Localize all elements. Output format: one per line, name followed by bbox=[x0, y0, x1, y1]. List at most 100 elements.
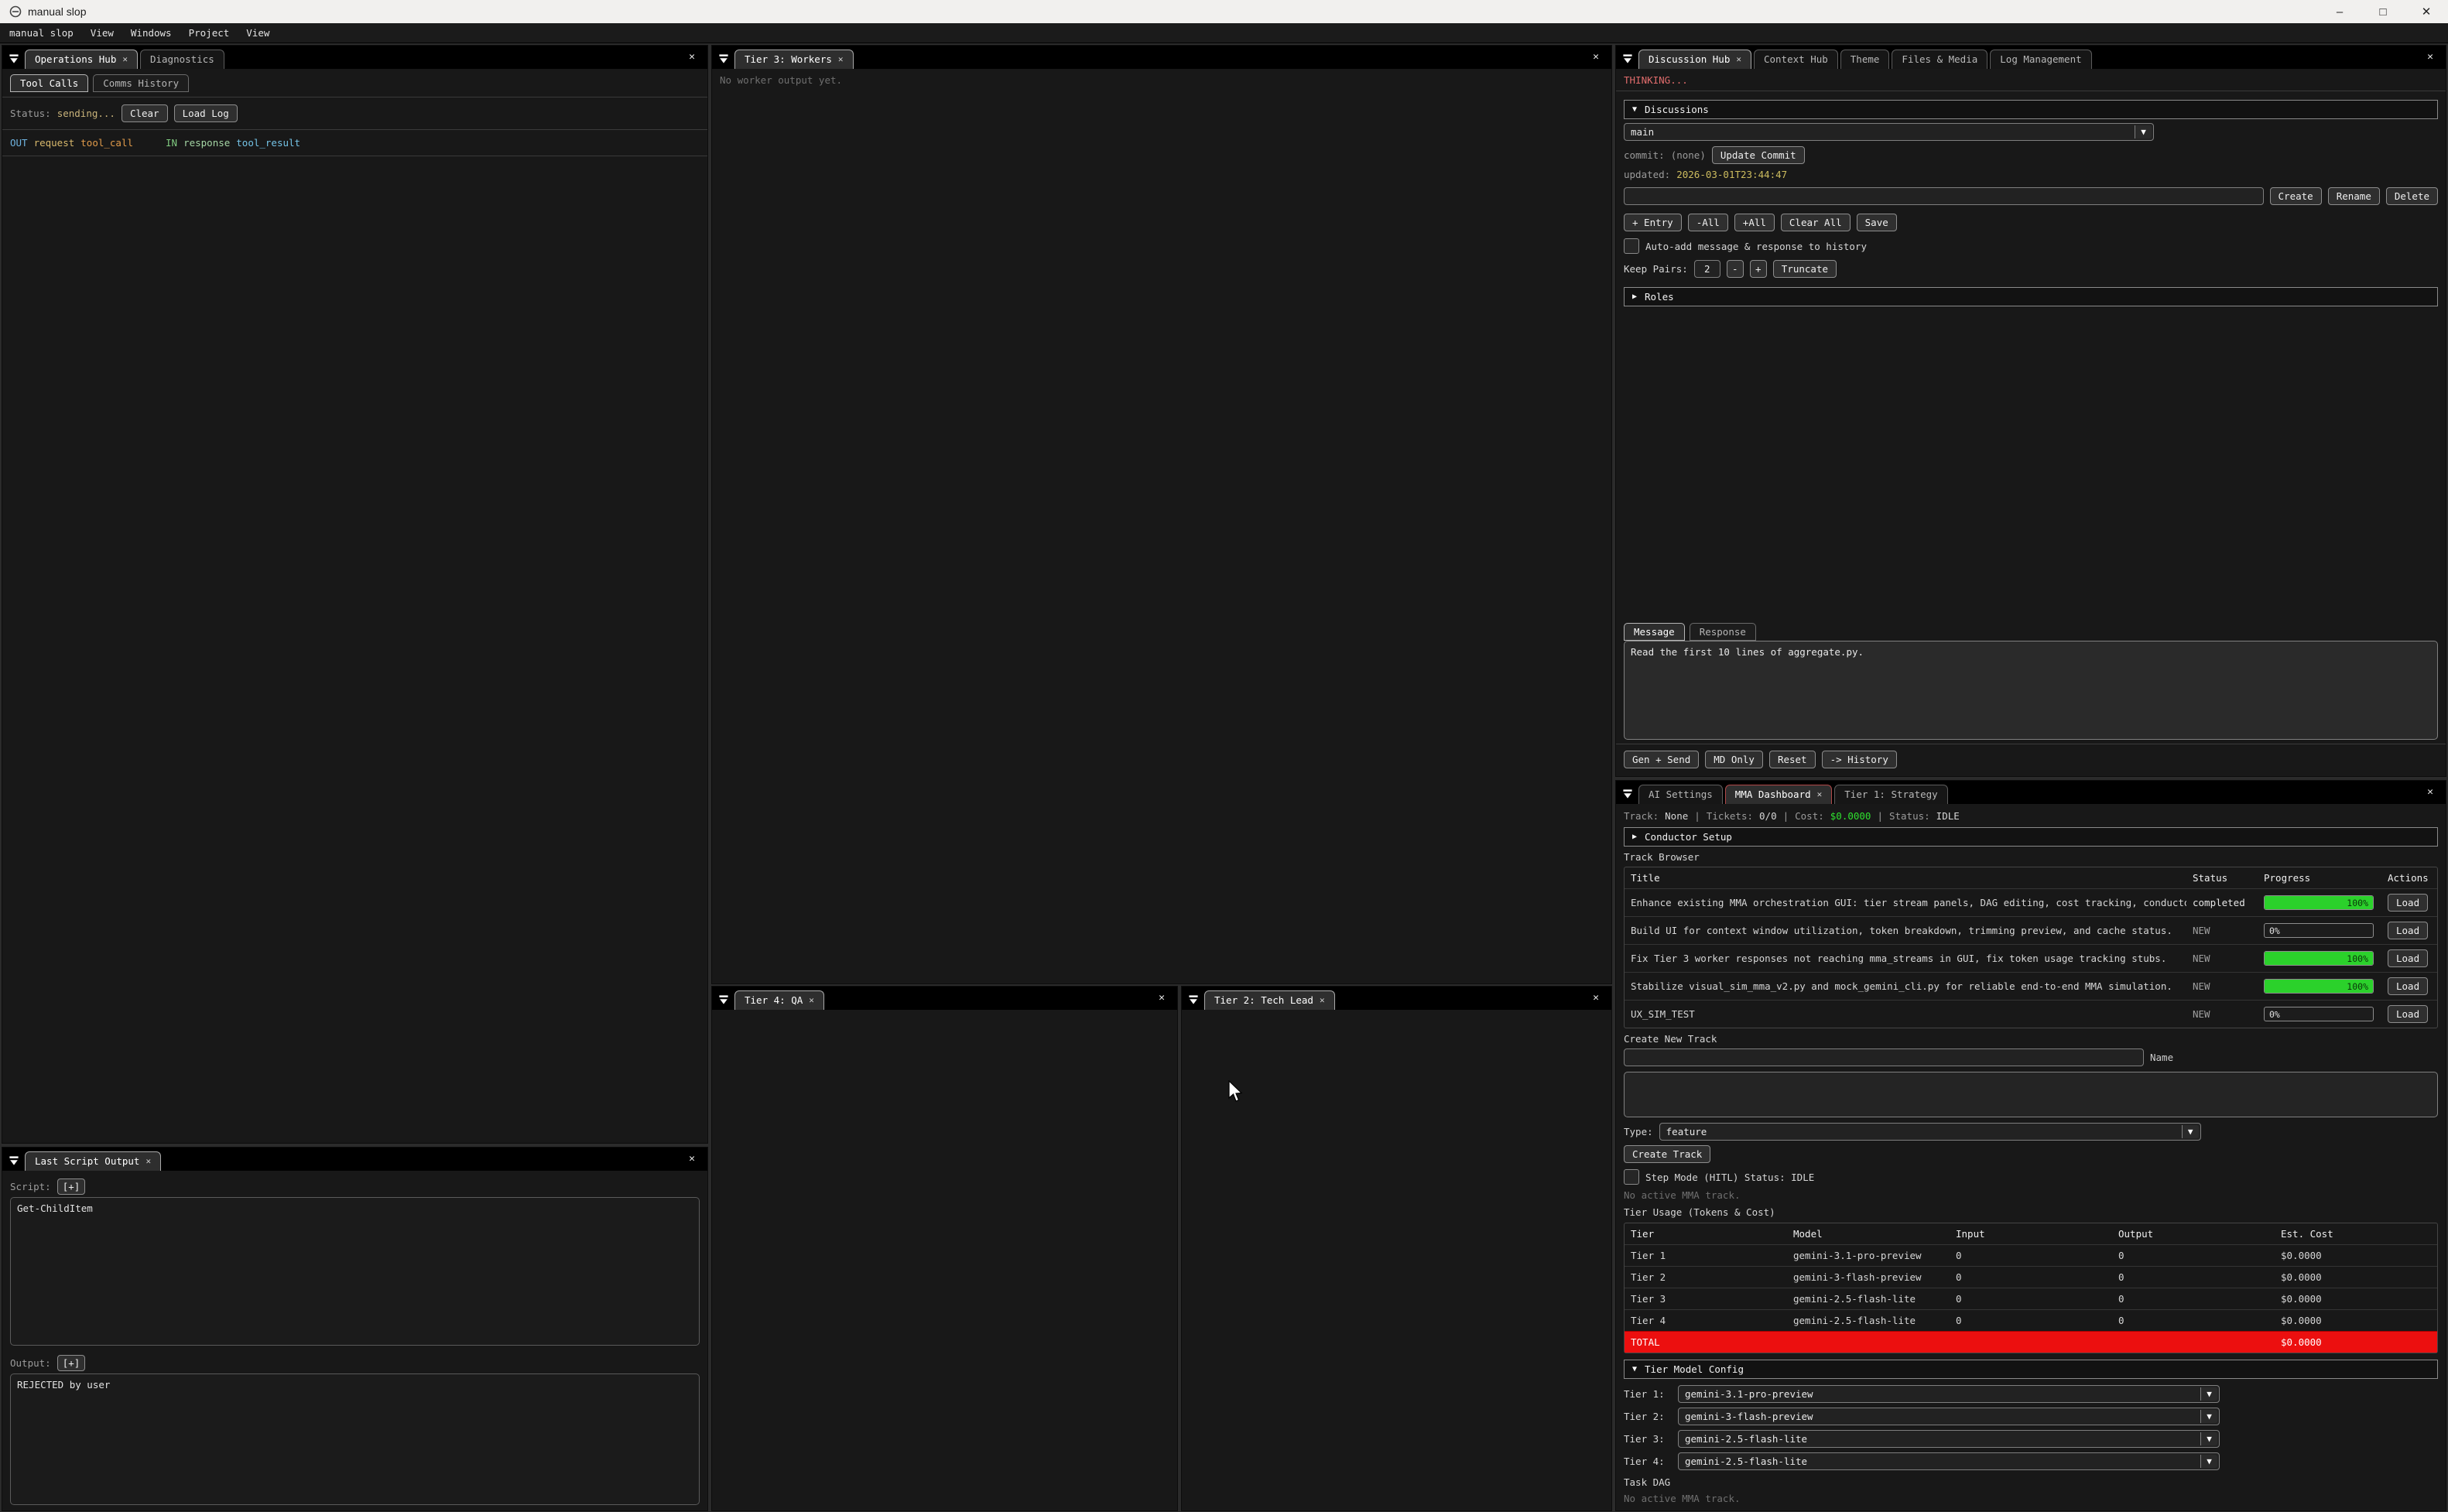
tab-mma-dashboard[interactable]: MMA Dashboard ✕ bbox=[1725, 785, 1832, 804]
panel-close-icon[interactable]: ✕ bbox=[683, 1153, 701, 1168]
delete-button[interactable]: Delete bbox=[2386, 187, 2438, 205]
load-track-button[interactable]: Load bbox=[2388, 922, 2428, 939]
tab-close-icon[interactable]: ✕ bbox=[1817, 789, 1823, 799]
table-row: Tier 1 gemini-3.1-pro-preview 0 0 $0.000… bbox=[1625, 1244, 2437, 1266]
panel-close-icon[interactable]: ✕ bbox=[1587, 51, 1605, 66]
tab-tier1-strategy[interactable]: Tier 1: Strategy bbox=[1834, 785, 1947, 804]
load-track-button[interactable]: Load bbox=[2388, 894, 2428, 912]
panel-close-icon[interactable]: ✕ bbox=[2421, 51, 2439, 66]
panel-close-icon[interactable]: ✕ bbox=[1152, 992, 1171, 1007]
track-type-select[interactable]: feature ▼ bbox=[1659, 1123, 2201, 1141]
tab-close-icon[interactable]: ✕ bbox=[122, 54, 128, 64]
load-log-button[interactable]: Load Log bbox=[174, 104, 238, 122]
tab-tier3-workers[interactable]: Tier 3: Workers ✕ bbox=[734, 50, 854, 69]
track-name-input[interactable] bbox=[1624, 1048, 2144, 1066]
clear-all-button[interactable]: Clear All bbox=[1781, 214, 1851, 231]
tab-ai-settings[interactable]: AI Settings bbox=[1638, 785, 1723, 804]
decrement-button[interactable]: - bbox=[1727, 260, 1744, 278]
truncate-button[interactable]: Truncate bbox=[1773, 260, 1837, 278]
message-textarea[interactable]: Read the first 10 lines of aggregate.py. bbox=[1624, 641, 2438, 740]
to-history-button[interactable]: -> History bbox=[1822, 751, 1897, 768]
tab-context-hub[interactable]: Context Hub bbox=[1754, 50, 1838, 69]
panel-close-icon[interactable]: ✕ bbox=[683, 51, 701, 66]
total-label: TOTAL bbox=[1625, 1332, 1787, 1353]
tab-discussion-hub[interactable]: Discussion Hub ✕ bbox=[1638, 50, 1751, 69]
gen-send-button[interactable]: Gen + Send bbox=[1624, 751, 1699, 768]
panel-close-icon[interactable]: ✕ bbox=[1587, 992, 1605, 1007]
tab-theme[interactable]: Theme bbox=[1840, 50, 1890, 69]
save-button[interactable]: Save bbox=[1857, 214, 1897, 231]
dock-menu-icon[interactable] bbox=[715, 991, 732, 1008]
keep-pairs-input[interactable] bbox=[1694, 260, 1720, 278]
add-entry-button[interactable]: + Entry bbox=[1624, 214, 1682, 231]
increment-button[interactable]: + bbox=[1750, 260, 1767, 278]
menu-item-project[interactable]: Project bbox=[189, 27, 230, 39]
tab-response[interactable]: Response bbox=[1690, 623, 1756, 641]
discussion-tabbar: Discussion Hub ✕ Context Hub Theme Files… bbox=[1616, 46, 2446, 69]
script-box[interactable]: Get-ChildItem bbox=[10, 1197, 700, 1346]
tab-close-icon[interactable]: ✕ bbox=[809, 995, 814, 1005]
discussion-name-input[interactable] bbox=[1624, 187, 2264, 205]
load-track-button[interactable]: Load bbox=[2388, 949, 2428, 967]
tier2-model-select[interactable]: gemini-3-flash-preview ▼ bbox=[1678, 1408, 2220, 1425]
dock-menu-icon[interactable] bbox=[1185, 991, 1202, 1008]
tab-close-icon[interactable]: ✕ bbox=[1736, 54, 1741, 64]
tier4-model-select[interactable]: gemini-2.5-flash-lite ▼ bbox=[1678, 1452, 2220, 1470]
tab-close-icon[interactable]: ✕ bbox=[146, 1156, 151, 1166]
track-description-textarea[interactable] bbox=[1624, 1072, 2438, 1117]
collapse-all-button[interactable]: -All bbox=[1688, 214, 1728, 231]
tab-log-management[interactable]: Log Management bbox=[1990, 50, 2091, 69]
tab-tier2-tech-lead[interactable]: Tier 2: Tech Lead ✕ bbox=[1204, 990, 1335, 1010]
tab-diagnostics[interactable]: Diagnostics bbox=[140, 50, 224, 69]
auto-add-checkbox[interactable] bbox=[1624, 238, 1639, 254]
create-button[interactable]: Create bbox=[2270, 187, 2322, 205]
tab-close-icon[interactable]: ✕ bbox=[838, 54, 844, 64]
output-expand-button[interactable]: [+] bbox=[57, 1355, 86, 1371]
discussion-select[interactable]: main ▼ bbox=[1624, 123, 2154, 141]
clear-button[interactable]: Clear bbox=[122, 104, 168, 122]
update-commit-button[interactable]: Update Commit bbox=[1712, 146, 1805, 164]
tab-message[interactable]: Message bbox=[1624, 623, 1685, 641]
script-expand-button[interactable]: [+] bbox=[57, 1178, 86, 1195]
expand-all-button[interactable]: +All bbox=[1734, 214, 1775, 231]
load-track-button[interactable]: Load bbox=[2388, 1005, 2428, 1023]
panel-tier2-tech-lead: Tier 2: Tech Lead ✕ ✕ bbox=[1181, 986, 1612, 1511]
tab-tool-calls[interactable]: Tool Calls bbox=[10, 74, 88, 92]
col-model: Model bbox=[1787, 1223, 1950, 1244]
minimize-icon[interactable]: – bbox=[2318, 0, 2361, 23]
reset-button[interactable]: Reset bbox=[1769, 751, 1816, 768]
tool-call-log-entry[interactable]: OUT request tool_call IN response tool_r… bbox=[10, 137, 700, 149]
discussions-section-header[interactable]: ▼ Discussions bbox=[1624, 100, 2438, 119]
md-only-button[interactable]: MD Only bbox=[1705, 751, 1763, 768]
tier3-model-select[interactable]: gemini-2.5-flash-lite ▼ bbox=[1678, 1430, 2220, 1448]
dock-menu-icon[interactable] bbox=[5, 1152, 22, 1169]
maximize-icon[interactable]: □ bbox=[2361, 0, 2405, 23]
dock-menu-icon[interactable] bbox=[715, 50, 732, 67]
conductor-setup-header[interactable]: ▶ Conductor Setup bbox=[1624, 827, 2438, 847]
dock-menu-icon[interactable] bbox=[1619, 785, 1636, 802]
tier1-model-select[interactable]: gemini-3.1-pro-preview ▼ bbox=[1678, 1385, 2220, 1403]
step-mode-checkbox[interactable] bbox=[1624, 1169, 1639, 1185]
tab-last-script-output[interactable]: Last Script Output ✕ bbox=[25, 1151, 161, 1171]
tab-operations-hub[interactable]: Operations Hub ✕ bbox=[25, 50, 138, 69]
create-track-button[interactable]: Create Track bbox=[1624, 1145, 1710, 1163]
menu-item-view-2[interactable]: View bbox=[246, 27, 269, 39]
panel-close-icon[interactable]: ✕ bbox=[2421, 786, 2439, 801]
menu-item-windows[interactable]: Windows bbox=[131, 27, 172, 39]
col-est-cost: Est. Cost bbox=[2275, 1223, 2437, 1244]
load-track-button[interactable]: Load bbox=[2388, 977, 2428, 995]
tab-comms-history[interactable]: Comms History bbox=[93, 74, 189, 92]
rename-button[interactable]: Rename bbox=[2328, 187, 2380, 205]
tab-close-icon[interactable]: ✕ bbox=[1320, 995, 1325, 1005]
menu-item-manual-slop[interactable]: manual slop bbox=[9, 27, 74, 39]
dropdown-arrow-icon: ▼ bbox=[2182, 1125, 2199, 1138]
roles-section-header[interactable]: ▶ Roles bbox=[1624, 287, 2438, 306]
tier-model-config-header[interactable]: ▼ Tier Model Config bbox=[1624, 1360, 2438, 1379]
menu-item-view[interactable]: View bbox=[91, 27, 114, 39]
tab-tier4-qa[interactable]: Tier 4: QA ✕ bbox=[734, 990, 824, 1010]
tab-files-media[interactable]: Files & Media bbox=[1892, 50, 1988, 69]
dock-menu-icon[interactable] bbox=[1619, 50, 1636, 67]
dock-menu-icon[interactable] bbox=[5, 50, 22, 67]
close-icon[interactable]: ✕ bbox=[2405, 0, 2448, 23]
output-box[interactable]: REJECTED by user bbox=[10, 1373, 700, 1505]
